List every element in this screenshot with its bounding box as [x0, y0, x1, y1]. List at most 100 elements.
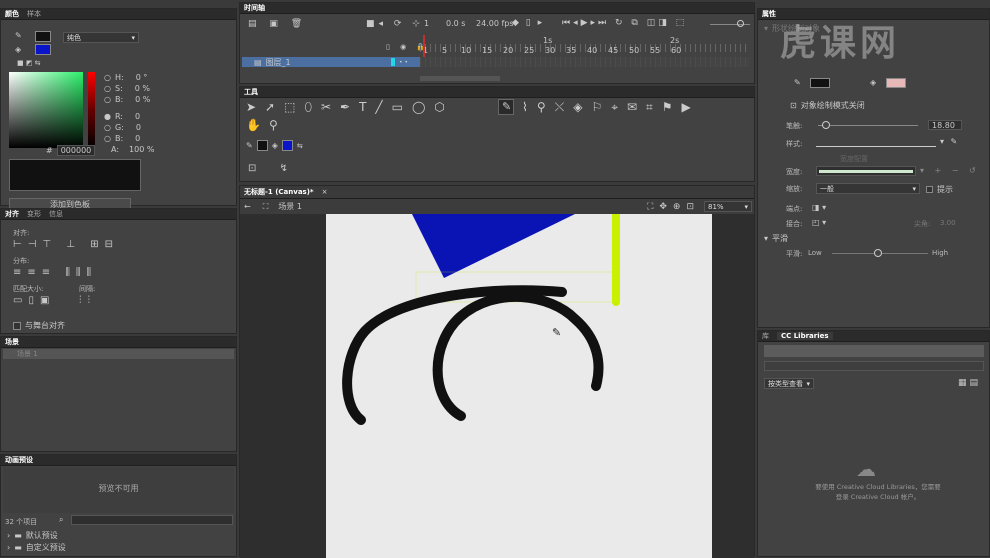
- library-search[interactable]: [764, 361, 984, 371]
- tab-library[interactable]: 库: [762, 331, 769, 341]
- distribute-icons[interactable]: ≡≡≡ ⫼⫼⫼: [13, 267, 97, 278]
- stroke-slider-handle[interactable]: [822, 121, 830, 129]
- stroke-color-icon[interactable]: ✎: [794, 78, 801, 87]
- stroke-color-icon[interactable]: ✎: [246, 141, 253, 150]
- fill-swatch[interactable]: [35, 44, 51, 55]
- brush-icon: ✎: [502, 100, 512, 113]
- scene-item[interactable]: 场景 1: [3, 349, 234, 359]
- swap-colors-icon[interactable]: ⇆: [297, 142, 303, 150]
- fps-value[interactable]: 24.00 fps: [476, 19, 514, 28]
- folder-icon: ▬: [14, 543, 22, 552]
- width-profile-icons[interactable]: ▾ + − ↺: [920, 166, 980, 175]
- camera-icon[interactable]: ■◂ ⟳ ⊹: [366, 19, 424, 29]
- layer-buttons[interactable]: ▤ ▣ 🗑: [248, 19, 307, 29]
- timeline-tools[interactable]: ◆ ▯ ▸: [512, 18, 544, 28]
- s-value[interactable]: 0 %: [135, 83, 150, 94]
- tool-row-1b[interactable]: ⌇⚲⤬◈⚐⌖✉⌗⚑▶: [522, 100, 700, 115]
- style-options-icon[interactable]: ▾ ✎: [940, 137, 959, 146]
- scale-select[interactable]: 一般 ▾: [816, 183, 920, 194]
- blue-triangle-shape[interactable]: [412, 214, 575, 278]
- chevron-down-icon[interactable]: ▾: [764, 24, 768, 33]
- layer-color-marker: [391, 58, 395, 66]
- swap-colors-icon[interactable]: ■ ◩ ⇆: [17, 59, 41, 67]
- creative-cloud-icon: ☁: [856, 457, 876, 481]
- folder-item[interactable]: › ▬ 默认预设: [7, 530, 58, 541]
- fill-color-icon[interactable]: ◈: [15, 45, 21, 54]
- black-stroke-2[interactable]: [432, 291, 604, 421]
- match-size-icons[interactable]: ▭▯▣: [13, 295, 55, 306]
- color-field[interactable]: [9, 72, 83, 148]
- width-profile-select[interactable]: [816, 166, 916, 176]
- current-time[interactable]: 0.0 s: [446, 19, 465, 28]
- tool-stroke-swatch[interactable]: [256, 140, 268, 151]
- zoom-select[interactable]: 81% ▾: [704, 201, 752, 212]
- stroke-swatch[interactable]: [35, 31, 51, 42]
- alpha-value[interactable]: 100 %: [129, 145, 154, 154]
- timeline-zoom-slider[interactable]: [710, 24, 750, 25]
- frame-ruler[interactable]: 1s 2s 1 5 10 15 20 25 30 35 40 45 50 55 …: [420, 33, 750, 57]
- g-value[interactable]: 0: [136, 122, 141, 133]
- playback-controls[interactable]: ⏮◂▶▸⏭ ↻ ⧉ ◫◨ ⬚: [562, 18, 687, 28]
- style-select[interactable]: [816, 137, 936, 147]
- align-icons[interactable]: ⊢⊣⊤ ⊥ ⊞⊟: [13, 239, 119, 250]
- preset-search-input[interactable]: [71, 515, 233, 525]
- stroke-width-input[interactable]: 18.80: [928, 120, 962, 130]
- zoom-handle[interactable]: [737, 20, 744, 27]
- hand-zoom-tools[interactable]: ✋⚲: [246, 118, 286, 132]
- miter-input[interactable]: 3.00: [940, 219, 956, 227]
- folder-icon: ▬: [14, 531, 22, 540]
- object-mode-icons[interactable]: ⊡ ↯: [248, 163, 298, 174]
- tab-color[interactable]: 颜色: [5, 9, 19, 19]
- b2-value[interactable]: 0: [135, 133, 140, 144]
- b-value[interactable]: 0 %: [135, 94, 150, 105]
- prop-fill-swatch[interactable]: [886, 78, 906, 88]
- library-select[interactable]: [764, 345, 984, 357]
- stage-align-checkbox[interactable]: [13, 321, 21, 330]
- hue-slider[interactable]: [88, 72, 95, 148]
- layer-frames[interactable]: [420, 57, 750, 67]
- close-icon[interactable]: ×: [322, 188, 328, 196]
- spacing-icons[interactable]: ⫶⫶: [79, 295, 96, 306]
- join-select[interactable]: ◰ ▾: [812, 218, 826, 227]
- prop-stroke-swatch[interactable]: [810, 78, 830, 88]
- watermark-logo: 虎课网: [780, 23, 901, 64]
- scene-breadcrumb[interactable]: 场景 1: [278, 201, 302, 212]
- view-by-type-select[interactable]: 按类型查看 ▾: [764, 378, 814, 389]
- current-frame[interactable]: 1: [424, 19, 429, 28]
- smooth-slider-handle[interactable]: [874, 249, 882, 257]
- tab-info[interactable]: 信息: [49, 209, 63, 219]
- timeline-panel: 时间轴 ▤ ▣ 🗑 ■◂ ⟳ ⊹ 1 0.0 s 24.00 fps ◆ ▯ ▸…: [239, 2, 755, 84]
- chevron-right-icon: ›: [7, 543, 11, 552]
- fill-color-icon[interactable]: ◈: [870, 78, 876, 87]
- tab-align[interactable]: 对齐: [5, 209, 19, 219]
- tab-cc-libraries[interactable]: CC Libraries: [777, 332, 833, 340]
- hex-input[interactable]: 000000: [56, 145, 96, 156]
- timeline-scrollbar[interactable]: [420, 76, 500, 81]
- fill-color-icon[interactable]: ◈: [272, 141, 278, 150]
- tools-panel: 工具 ➤➚⬚⬯✂✒T╱▭◯⬡ ✎ ⌇⚲⤬◈⚐⌖✉⌗⚑▶ ✋⚲ ✎ ◈ ⇆ ⊡ ↯: [239, 86, 755, 182]
- fill-type-select[interactable]: 纯色 ▾: [63, 32, 139, 43]
- chevron-right-icon: ›: [7, 531, 11, 540]
- chevron-down-icon[interactable]: ▾: [764, 234, 768, 243]
- tool-fill-swatch[interactable]: [281, 140, 293, 151]
- search-icon[interactable]: ⌕: [59, 515, 63, 525]
- document-tab[interactable]: 无标题-1 (Canvas)*: [244, 187, 314, 197]
- stroke-slider[interactable]: [818, 125, 918, 126]
- tab-swatches[interactable]: 样本: [27, 9, 41, 19]
- tool-row-1[interactable]: ➤➚⬚⬯✂✒T╱▭◯⬡: [246, 100, 454, 115]
- r-value[interactable]: 0: [135, 111, 140, 122]
- object-mode-icon[interactable]: ⊡: [790, 101, 797, 110]
- h-value[interactable]: 0 °: [136, 72, 148, 83]
- black-stroke-1[interactable]: [342, 285, 567, 425]
- chevron-down-icon: ▾: [744, 202, 748, 211]
- chevron-down-icon: ▾: [806, 379, 810, 388]
- cap-select[interactable]: ◨ ▾: [812, 203, 826, 212]
- folder-item[interactable]: › ▬ 自定义预设: [7, 542, 66, 553]
- view-mode-icons[interactable]: ▦▤: [958, 378, 981, 388]
- stroke-color-icon[interactable]: ✎: [15, 31, 22, 40]
- back-arrow-icon[interactable]: ←: [244, 202, 251, 211]
- hint-checkbox[interactable]: [926, 186, 933, 193]
- tab-transform[interactable]: 变形: [27, 209, 41, 219]
- layer-row[interactable]: ▤ 图层_1 • •: [242, 57, 420, 67]
- stage-tools[interactable]: ⛶✥⊕⊡: [647, 202, 700, 212]
